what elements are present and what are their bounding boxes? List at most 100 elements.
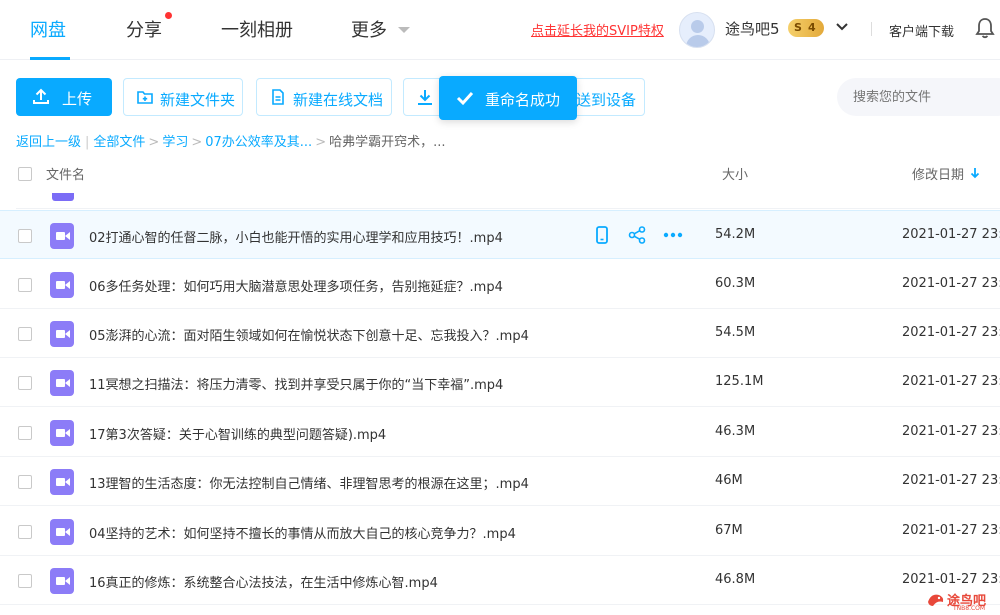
- client-download-link[interactable]: 客户端下载: [889, 21, 954, 40]
- table-row[interactable]: 02打通心智的任督二脉，小白也能开悟的实用心理学和应用技巧！.mp4 54.2M…: [0, 210, 1000, 259]
- file-name[interactable]: 16真正的修炼：系统整合心法技法，在生活中修炼心智.mp4: [89, 572, 438, 591]
- breadcrumb-office[interactable]: 07办公效率及其...: [205, 135, 312, 150]
- breadcrumb-back[interactable]: 返回上一级: [16, 135, 81, 150]
- file-name[interactable]: 04坚持的艺术：如何坚持不擅长的事情从而放大自己的核心竞争力？.mp4: [89, 523, 516, 542]
- search-input[interactable]: [837, 78, 1000, 116]
- file-date: 2021-01-27 23:48: [902, 572, 1000, 587]
- video-file-icon: [52, 193, 74, 201]
- row-checkbox[interactable]: [18, 376, 32, 390]
- tab-album[interactable]: 一刻相册: [221, 16, 293, 42]
- file-date: 2021-01-27 23:48: [902, 424, 1000, 439]
- phone-icon[interactable]: [592, 225, 612, 245]
- breadcrumb-current: 哈弗学霸开窍术，...: [329, 135, 446, 150]
- file-date: 2021-01-27 23:48: [902, 374, 1000, 389]
- upload-label: 上传: [62, 90, 93, 108]
- file-name[interactable]: 05澎湃的心流：面对陌生领域如何在愉悦状态下创意十足、忘我投入？.mp4: [89, 325, 529, 344]
- file-date: 2021-01-27 23:48: [902, 523, 1000, 538]
- document-icon: [272, 89, 284, 105]
- rename-success-toast: 重命名成功: [439, 76, 577, 120]
- row-checkbox[interactable]: [18, 426, 32, 440]
- breadcrumb-all-files[interactable]: 全部文件: [93, 135, 145, 150]
- breadcrumb-separator: >: [191, 135, 203, 150]
- file-name[interactable]: 06多任务处理：如何巧用大脑潜意思处理多项任务，告别拖延症？.mp4: [89, 276, 503, 295]
- video-file-icon: [50, 370, 74, 396]
- file-size: 54.5M: [715, 325, 756, 340]
- video-file-icon: [50, 519, 74, 545]
- table-row[interactable]: 06多任务处理：如何巧用大脑潜意思处理多项任务，告别拖延症？.mp4 60.3M…: [0, 260, 1000, 309]
- file-size: 46.8M: [715, 572, 756, 587]
- new-online-doc-button[interactable]: 新建在线文档: [256, 78, 392, 116]
- tab-share[interactable]: 分享: [126, 16, 162, 42]
- checkmark-icon: [456, 91, 474, 106]
- file-date: 2021-01-27 23:48: [902, 227, 1000, 242]
- sort-down-icon[interactable]: [970, 167, 980, 179]
- row-checkbox[interactable]: [18, 525, 32, 539]
- video-file-icon: [50, 469, 74, 495]
- video-file-icon: [50, 272, 74, 298]
- svip-renew-link[interactable]: 点击延长我的SVIP特权: [531, 20, 664, 39]
- video-file-icon: [50, 568, 74, 594]
- chevron-down-icon: [398, 27, 410, 33]
- toast-message: 重命名成功: [485, 91, 561, 109]
- row-checkbox[interactable]: [18, 278, 32, 292]
- breadcrumb-separator: >: [148, 135, 160, 150]
- breadcrumb-divider: |: [85, 135, 90, 150]
- top-nav: 网盘 分享 一刻相册 更多 点击延长我的SVIP特权 途鸟吧5 S 4 客户端下…: [0, 0, 1000, 60]
- column-date-header[interactable]: 修改日期: [912, 164, 964, 183]
- username[interactable]: 途鸟吧5: [725, 18, 780, 39]
- download-icon: [418, 90, 432, 105]
- watermark-logo: 途鸟吧 TNB8.COM: [925, 588, 1000, 615]
- column-name-header[interactable]: 文件名: [46, 164, 85, 183]
- video-file-icon: [50, 420, 74, 446]
- video-file-icon: [50, 321, 74, 347]
- upload-button[interactable]: 上传: [16, 78, 112, 116]
- select-all-checkbox[interactable]: [18, 167, 32, 181]
- table-row[interactable]: 05澎湃的心流：面对陌生领域如何在愉悦状态下创意十足、忘我投入？.mp4 54.…: [0, 309, 1000, 358]
- file-name[interactable]: 11冥想之扫描法：将压力清零、找到并享受只属于你的“当下幸福”.mp4: [89, 374, 503, 393]
- file-name[interactable]: 13理智的生活态度：你无法控制自己情绪、非理智思考的根源在这里；.mp4: [89, 473, 529, 492]
- vip-level: 4: [808, 21, 816, 34]
- table-row[interactable]: 16真正的修炼：系统整合心法技法，在生活中修炼心智.mp4 46.8M 2021…: [0, 556, 1000, 605]
- table-row[interactable]: 11冥想之扫描法：将压力清零、找到并享受只属于你的“当下幸福”.mp4 125.…: [0, 358, 1000, 407]
- tab-more[interactable]: 更多: [351, 16, 387, 42]
- notification-dot: [165, 12, 172, 19]
- file-date: 2021-01-27 23:48: [902, 325, 1000, 340]
- new-folder-label: 新建文件夹: [160, 91, 236, 109]
- breadcrumb-study[interactable]: 学习: [162, 135, 188, 150]
- file-date: 2021-01-27 23:48: [902, 276, 1000, 291]
- row-checkbox[interactable]: [18, 229, 32, 243]
- file-name[interactable]: 17第3次答疑：关于心智训练的典型问题答疑).mp4: [89, 424, 386, 443]
- share-icon[interactable]: [627, 225, 647, 245]
- row-checkbox[interactable]: [18, 574, 32, 588]
- file-size: 67M: [715, 523, 743, 538]
- vip-s-label: S: [794, 21, 802, 34]
- column-size-header[interactable]: 大小: [722, 164, 748, 183]
- chevron-down-icon[interactable]: [835, 20, 849, 34]
- vip-badge: S 4: [788, 19, 824, 37]
- table-header: 文件名 大小 修改日期: [0, 158, 1000, 190]
- file-size: 125.1M: [715, 374, 764, 389]
- bell-icon[interactable]: [975, 17, 995, 39]
- send-to-device-label: 送到设备: [576, 91, 637, 109]
- watermark-site: TNB8.COM: [953, 605, 986, 612]
- file-size: 46.3M: [715, 424, 756, 439]
- file-size: 60.3M: [715, 276, 756, 291]
- table-row[interactable]: 04坚持的艺术：如何坚持不擅长的事情从而放大自己的核心竞争力？.mp4 67M …: [0, 507, 1000, 556]
- new-folder-button[interactable]: 新建文件夹: [123, 78, 243, 116]
- breadcrumb-separator: >: [315, 135, 327, 150]
- file-size: 54.2M: [715, 227, 756, 242]
- row-checkbox[interactable]: [18, 475, 32, 489]
- bird-logo-icon: [928, 594, 944, 606]
- divider: [16, 208, 1000, 209]
- folder-add-icon: [137, 91, 153, 104]
- table-row[interactable]: 17第3次答疑：关于心智训练的典型问题答疑).mp4 46.3M 2021-01…: [0, 408, 1000, 457]
- upload-icon: [33, 88, 49, 104]
- row-checkbox[interactable]: [18, 327, 32, 341]
- avatar[interactable]: [679, 12, 715, 48]
- table-row[interactable]: 13理智的生活态度：你无法控制自己情绪、非理智思考的根源在这里；.mp4 46M…: [0, 457, 1000, 506]
- new-online-doc-label: 新建在线文档: [293, 91, 384, 109]
- video-file-icon: [50, 223, 74, 249]
- file-name[interactable]: 02打通心智的任督二脉，小白也能开悟的实用心理学和应用技巧！.mp4: [89, 227, 503, 246]
- more-icon[interactable]: [663, 225, 683, 245]
- tab-netdisk[interactable]: 网盘: [30, 16, 66, 42]
